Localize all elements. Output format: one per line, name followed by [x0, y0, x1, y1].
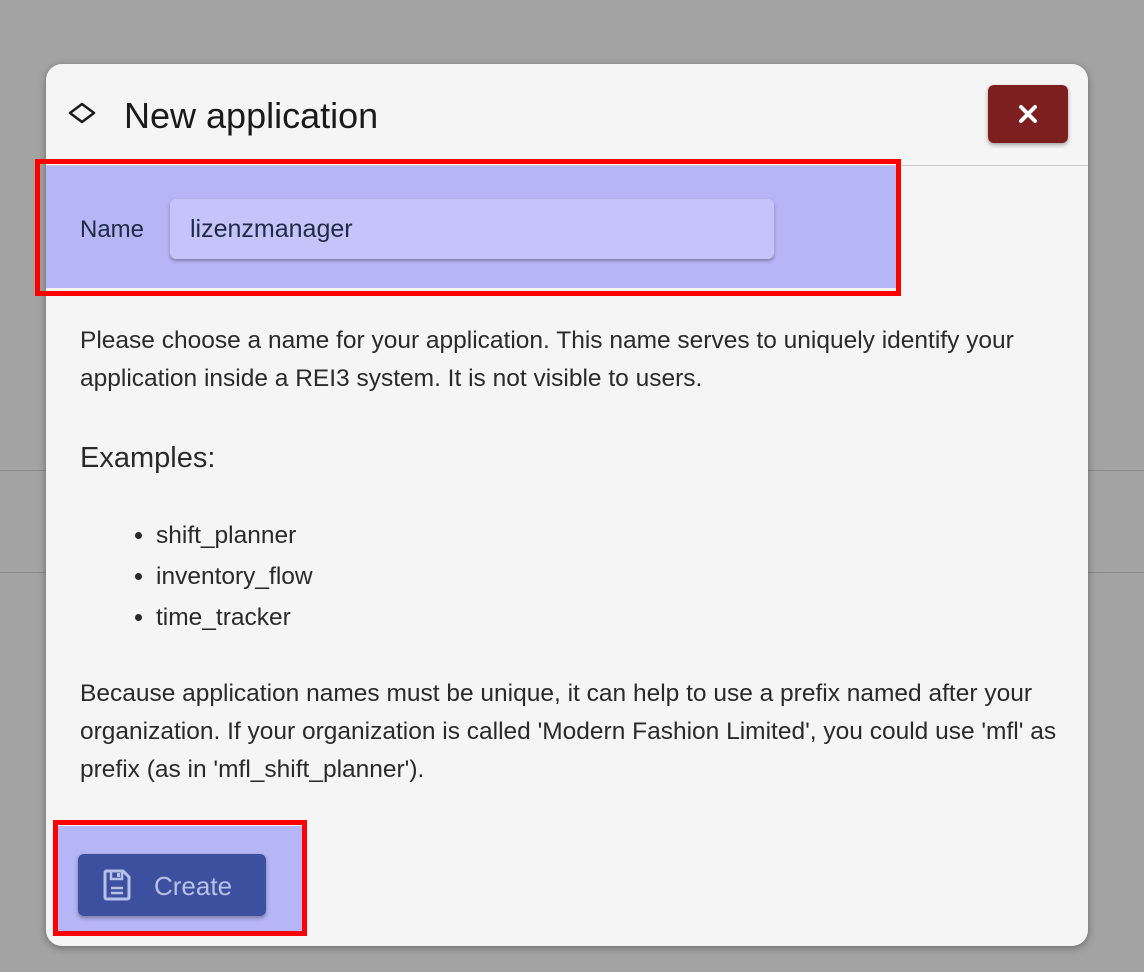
name-label: Name	[80, 216, 145, 243]
name-input[interactable]	[170, 199, 774, 259]
dialog-header: New application	[46, 64, 1088, 166]
create-button-label: Create	[154, 871, 233, 901]
intro-text: Please choose a name for your applicatio…	[80, 327, 1014, 392]
list-item: time_tracker	[156, 597, 313, 638]
list-item: inventory_flow	[156, 556, 313, 597]
prefix-note: Because application names must be unique…	[80, 680, 1057, 783]
list-item: shift_planner	[156, 515, 313, 556]
examples-list: shift_planner inventory_flow time_tracke…	[104, 515, 313, 638]
diamond-outline-icon	[68, 102, 96, 124]
name-field-row: Name	[46, 166, 896, 288]
dialog-title: New application	[124, 95, 379, 136]
new-application-dialog: New application Name Please choose a nam…	[46, 64, 1088, 946]
save-floppy-icon	[103, 869, 131, 901]
examples-heading: Examples:	[80, 442, 216, 474]
close-button[interactable]	[988, 85, 1068, 143]
close-icon	[1019, 105, 1037, 123]
create-button[interactable]: Create	[78, 854, 266, 916]
